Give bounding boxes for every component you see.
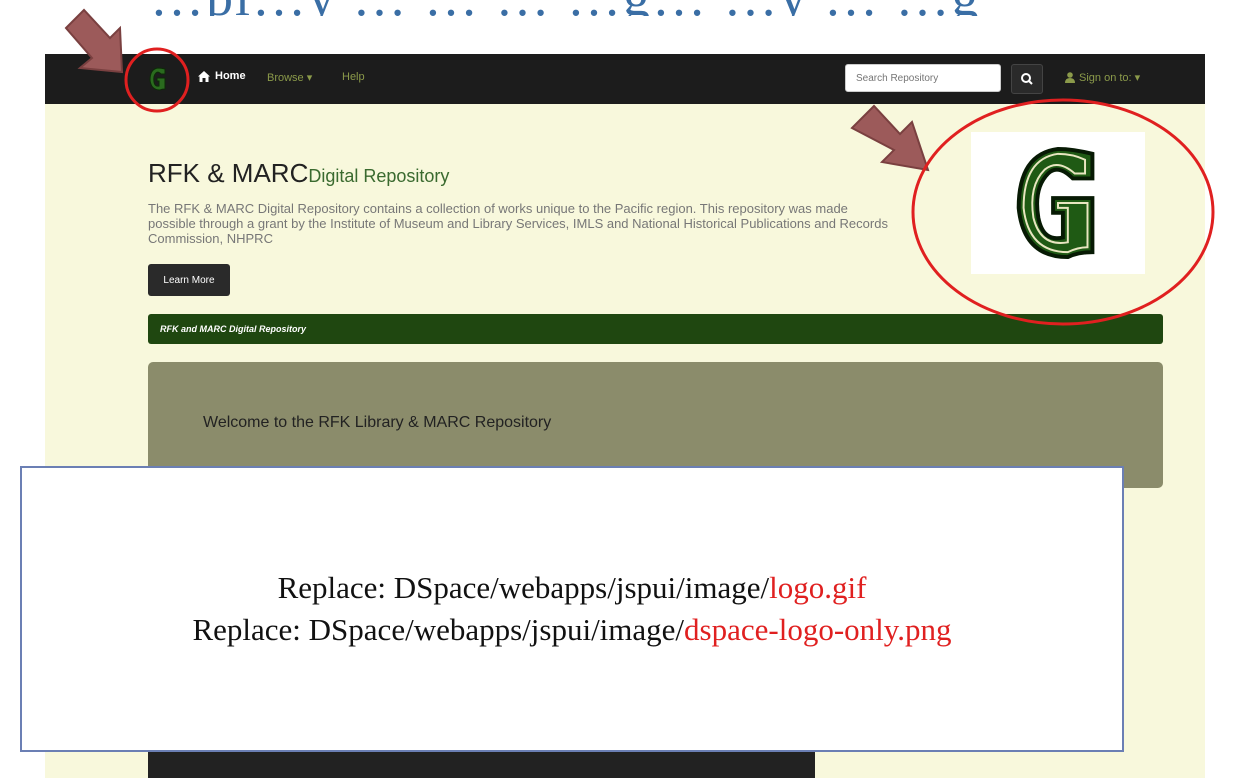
search-icon [1021,73,1033,85]
slide-title: …pl…y … … … …g… …y … …g [150,0,1150,16]
g-logo-large-icon [1016,146,1095,260]
instruction-line-1: Replace: DSpace/webapps/jspui/image/logo… [278,567,867,609]
instruction-line-2-file: dspace-logo-only.png [684,612,952,647]
repository-logo [971,132,1145,274]
instruction-line-1-path: Replace: DSpace/webapps/jspui/image/ [277,570,770,605]
nav-home-label: Home [215,70,246,82]
g-logo-icon[interactable] [148,67,168,91]
user-icon [1065,72,1075,83]
slide-title-text: …pl…y … … … …g… …y … …g [150,0,1150,16]
page-title: RFK & MARCDigital Repository [148,158,449,189]
search-button[interactable] [1011,64,1043,94]
page-title-sub: Digital Repository [308,166,450,186]
learn-more-button[interactable]: Learn More [148,264,230,296]
breadcrumb[interactable]: RFK and MARC Digital Repository [148,314,1163,344]
instruction-line-2: Replace: DSpace/webapps/jspui/image/dspa… [192,609,951,651]
top-navbar: Home Browse ▾ Help Sign on to: ▾ [45,54,1205,104]
instruction-line-1-file: logo.gif [769,570,867,605]
instruction-line-2-path: Replace: DSpace/webapps/jspui/image/ [192,612,685,647]
home-icon [198,70,210,82]
search-input[interactable] [845,64,1001,92]
nav-help-link[interactable]: Help [342,71,365,83]
sign-on-label: Sign on to: ▾ [1079,72,1141,84]
sign-on-menu[interactable]: Sign on to: ▾ [1065,71,1140,84]
page-title-main: RFK & MARC [148,158,309,188]
repository-description: The RFK & MARC Digital Repository contai… [148,201,888,246]
welcome-text: Welcome to the RFK Library & MARC Reposi… [203,414,552,431]
instruction-callout: Replace: DSpace/webapps/jspui/image/logo… [20,466,1124,752]
nav-home-link[interactable]: Home [198,70,246,82]
nav-browse-menu[interactable]: Browse ▾ [267,71,312,84]
